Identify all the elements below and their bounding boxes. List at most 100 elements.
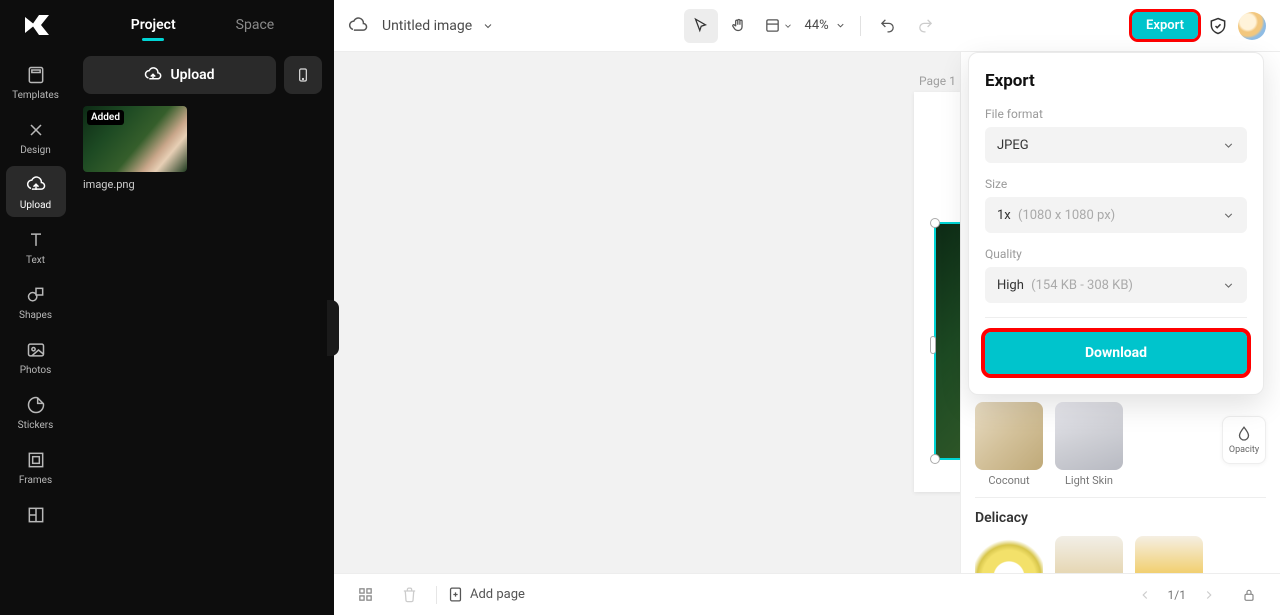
pages-view-button[interactable]	[348, 578, 382, 612]
resize-icon	[764, 17, 781, 34]
design-icon	[25, 119, 47, 141]
rail-templates[interactable]: Templates	[6, 56, 66, 107]
rail-stickers[interactable]: Stickers	[6, 386, 66, 437]
chevron-down-icon	[1222, 279, 1235, 292]
cloud-upload-icon	[144, 66, 162, 84]
cloud-sync-icon[interactable]	[348, 16, 368, 36]
size-select[interactable]: 1x (1080 x 1080 px)	[985, 197, 1247, 233]
added-badge: Added	[87, 110, 124, 125]
tab-project[interactable]: Project	[131, 3, 176, 47]
size-dimensions: (1080 x 1080 px)	[1018, 208, 1115, 223]
project-panel: Project Space Upload Added image.png	[71, 0, 334, 615]
file-format-label: File format	[985, 107, 1247, 121]
project-tabs: Project Space	[79, 0, 326, 50]
size-label: Size	[985, 177, 1247, 191]
bottom-bar: Add page 1/1	[334, 573, 1280, 615]
droplet-icon	[1235, 425, 1253, 443]
undo-icon	[879, 17, 896, 34]
rail-photos[interactable]: Photos	[6, 331, 66, 382]
rail-label: Templates	[12, 90, 59, 101]
lock-button[interactable]	[1232, 578, 1266, 612]
asset-thumb[interactable]: Added image.png	[83, 106, 187, 191]
phone-icon	[295, 65, 311, 85]
file-format-value: JPEG	[997, 138, 1029, 153]
layout-icon	[25, 504, 47, 526]
filter-thumb[interactable]	[1135, 536, 1203, 573]
filter-thumb[interactable]: Coconut	[975, 402, 1043, 487]
redo-button[interactable]	[909, 9, 943, 43]
quality-filesize: (154 KB - 308 KB)	[1031, 278, 1133, 293]
add-page-icon	[447, 586, 464, 603]
rail-label: Frames	[19, 475, 52, 486]
stickers-icon	[25, 394, 47, 416]
rail-label: Upload	[20, 200, 51, 211]
chevron-left-icon	[1138, 588, 1152, 602]
filter-thumb-label: Coconut	[975, 474, 1043, 487]
export-button[interactable]: Export	[1132, 12, 1198, 39]
asset-thumb-image: Added	[83, 106, 187, 172]
rail-label: Photos	[20, 365, 52, 376]
export-panel: Export File format JPEG Size 1x (1080 x …	[968, 52, 1264, 395]
resize-handle-bl[interactable]	[930, 454, 940, 464]
main-area: Untitled image 44% Export Page 1	[334, 0, 1280, 615]
filter-thumb[interactable]	[1055, 536, 1123, 573]
opacity-label: Opacity	[1229, 445, 1259, 455]
chevron-down-icon	[1222, 139, 1235, 152]
avatar[interactable]	[1238, 12, 1266, 40]
filter-thumb-label: Light Skin	[1055, 474, 1123, 487]
download-button[interactable]: Download	[985, 332, 1247, 374]
document-title-text: Untitled image	[382, 18, 472, 34]
tab-space[interactable]: Space	[236, 3, 275, 47]
prev-page-button[interactable]	[1128, 578, 1162, 612]
quality-value: High	[997, 278, 1024, 293]
upload-button[interactable]: Upload	[83, 56, 276, 94]
rail-text[interactable]: Text	[6, 221, 66, 272]
rail-label: Stickers	[18, 420, 54, 431]
document-title[interactable]: Untitled image	[382, 18, 494, 34]
zoom-control[interactable]: 44%	[801, 18, 850, 33]
asset-thumb-name: image.png	[83, 178, 187, 191]
delete-page-button[interactable]	[392, 578, 426, 612]
file-format-select[interactable]: JPEG	[985, 127, 1247, 163]
chevron-down-icon	[482, 20, 494, 32]
opacity-tool[interactable]: Opacity	[1222, 416, 1266, 464]
topbar: Untitled image 44% Export	[334, 0, 1280, 52]
hand-tool[interactable]	[722, 9, 756, 43]
undo-button[interactable]	[871, 9, 905, 43]
chevron-down-icon	[835, 20, 846, 31]
shield-icon[interactable]	[1208, 16, 1228, 36]
rail-more[interactable]	[6, 496, 66, 526]
rail-design[interactable]: Design	[6, 111, 66, 162]
resize-tool[interactable]	[760, 9, 797, 43]
chevron-right-icon	[1202, 588, 1216, 602]
add-page-button[interactable]: Add page	[447, 586, 525, 603]
rail-label: Text	[26, 255, 45, 266]
shapes-icon	[25, 284, 47, 306]
select-tool[interactable]	[684, 9, 718, 43]
rail-upload[interactable]: Upload	[6, 166, 66, 217]
app-logo[interactable]	[19, 8, 53, 42]
quality-select[interactable]: High (154 KB - 308 KB)	[985, 267, 1247, 303]
resize-handle-ml[interactable]	[930, 336, 936, 354]
filter-thumb[interactable]	[975, 536, 1043, 573]
size-value: 1x	[997, 208, 1011, 223]
page-label: Page 1	[919, 74, 956, 88]
chevron-down-icon	[1222, 209, 1235, 222]
rail-label: Design	[20, 145, 51, 156]
photos-icon	[25, 339, 47, 361]
export-heading: Export	[985, 71, 1247, 91]
lock-icon	[1241, 587, 1257, 603]
left-icon-rail: Templates Design Upload Text Shapes Phot…	[0, 0, 71, 615]
hand-icon	[730, 17, 747, 34]
upload-from-device-button[interactable]	[284, 56, 322, 94]
rail-shapes[interactable]: Shapes	[6, 276, 66, 327]
rail-frames[interactable]: Frames	[6, 441, 66, 492]
frames-icon	[25, 449, 47, 471]
add-page-label: Add page	[470, 587, 525, 602]
filter-thumb[interactable]: Light Skin	[1055, 402, 1123, 487]
next-page-button[interactable]	[1192, 578, 1226, 612]
zoom-value: 44%	[805, 18, 829, 33]
resize-handle-tl[interactable]	[930, 218, 940, 228]
page-counter: 1/1	[1168, 588, 1186, 602]
panel-collapse-handle[interactable]	[327, 300, 339, 356]
